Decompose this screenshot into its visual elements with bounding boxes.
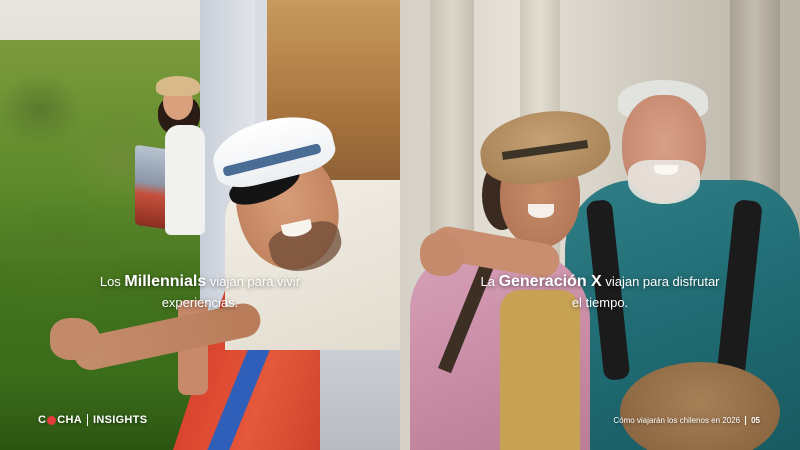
caption-highlight: Millennials — [124, 273, 207, 290]
brand-name: CHA — [57, 414, 82, 426]
brand-dot-icon — [47, 415, 57, 425]
woman-sun-hat — [156, 76, 200, 96]
brand-letter: C — [38, 414, 47, 426]
right-photo-panel — [400, 0, 800, 450]
caption-line2: experiencias. — [161, 295, 239, 310]
woman-mustard-top — [500, 290, 580, 450]
caption-suffix: viajan para disfrutar — [601, 274, 720, 289]
cocha-insights-logo: C CHA INSIGHTS — [38, 414, 147, 426]
footer-title: Cómo viajarán los chilenos en 2026 — [613, 416, 741, 425]
caption-highlight: Generación X — [498, 273, 602, 290]
brand-divider — [86, 414, 88, 426]
left-photo-panel — [0, 0, 400, 450]
caption-suffix: viajan para vivir — [206, 274, 301, 289]
man-hand — [50, 318, 100, 360]
caption-prefix: La — [480, 274, 499, 289]
brand-section: INSIGHTS — [92, 414, 148, 426]
woman-body — [165, 125, 205, 235]
millennials-caption: Los Millennials viajan para vivir experi… — [60, 271, 340, 313]
generation-x-caption: La Generación X viajan para disfrutar el… — [450, 271, 750, 313]
woman-smile — [528, 204, 554, 218]
footer: Cómo viajarán los chilenos en 2026 05 — [613, 416, 760, 425]
man-smile — [654, 165, 678, 175]
caption-line2: el tiempo. — [571, 295, 629, 310]
man-hand — [420, 232, 464, 276]
footer-divider — [745, 416, 747, 425]
caption-prefix: Los — [99, 274, 125, 289]
page-number: 05 — [751, 416, 760, 425]
